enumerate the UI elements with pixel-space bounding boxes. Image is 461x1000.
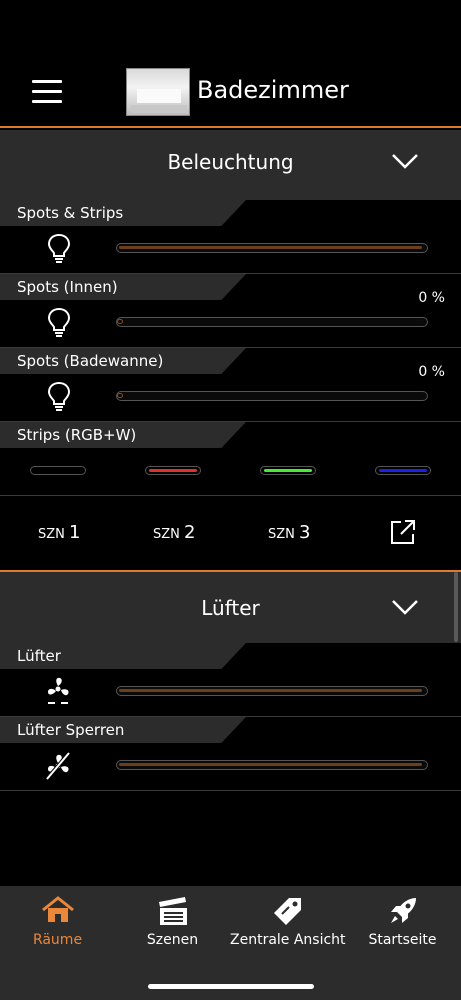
slider-knob[interactable]: [117, 319, 123, 324]
tab-bar: Räume Szenen Zentrale Ansicht Startseite: [0, 886, 461, 1000]
fan-icon[interactable]: [44, 676, 72, 708]
percent-value: 0 %: [418, 290, 445, 306]
home-icon: [41, 896, 74, 922]
slider-fill: [119, 763, 422, 766]
room-thumbnail: [126, 68, 190, 116]
row-label: Spots (Badewanne): [0, 348, 246, 374]
tab-label: Startseite: [368, 932, 437, 948]
fan-lock-slider[interactable]: [116, 760, 428, 770]
row-label: Spots & Strips: [0, 200, 246, 226]
section-header-fan[interactable]: Lüfter: [0, 570, 461, 643]
app-header: Badezimmer: [0, 0, 461, 128]
clapperboard-icon: [158, 897, 187, 925]
scrollbar[interactable]: [454, 572, 458, 642]
color-preset-blue[interactable]: [375, 466, 431, 475]
row-label-text: Lüfter Sperren: [17, 721, 125, 739]
tab-label: Zentrale Ansicht: [230, 932, 346, 948]
dimmer-slider[interactable]: [116, 391, 428, 401]
row-label-text: Strips (RGB+W): [17, 426, 137, 444]
row-label: Lüfter Sperren: [0, 717, 246, 743]
lightbulb-icon[interactable]: [47, 307, 71, 339]
scene-number: 2: [184, 522, 196, 543]
chevron-down-icon[interactable]: [391, 152, 419, 170]
rocket-icon: [390, 898, 416, 923]
fan-slider[interactable]: [116, 686, 428, 696]
section-header-lighting[interactable]: Beleuchtung: [0, 130, 461, 200]
lightbulb-icon[interactable]: [47, 233, 71, 265]
tag-icon: [273, 898, 301, 925]
row-label-text: Lüfter: [17, 647, 61, 665]
divider: [0, 495, 461, 496]
lightbulb-icon[interactable]: [47, 381, 71, 413]
scene-prefix: SZN: [38, 527, 65, 542]
scene-button-1[interactable]: SZN 1: [38, 522, 80, 543]
tab-label: Räume: [32, 932, 83, 948]
scene-button-3[interactable]: SZN 3: [268, 522, 310, 543]
chevron-down-icon[interactable]: [391, 598, 419, 616]
scene-button-2[interactable]: SZN 2: [153, 522, 195, 543]
tab-label: Szenen: [146, 932, 199, 948]
color-preset-green[interactable]: [260, 466, 316, 475]
color-preset-black[interactable]: [30, 466, 86, 475]
row-label: Lüfter: [0, 643, 246, 669]
dimmer-slider[interactable]: [116, 243, 428, 253]
menu-icon[interactable]: [32, 80, 62, 104]
room-title: Badezimmer: [197, 76, 349, 104]
external-link-icon[interactable]: [389, 518, 417, 546]
dimmer-slider[interactable]: [116, 317, 428, 327]
scene-prefix: SZN: [268, 527, 295, 542]
row-label-text: Spots & Strips: [17, 204, 124, 222]
scene-number: 1: [69, 522, 81, 543]
row-label-text: Spots (Badewanne): [17, 352, 164, 370]
slider-fill: [119, 689, 422, 692]
scene-number: 3: [299, 522, 311, 543]
row-label: Spots (Innen): [0, 274, 246, 300]
fan-off-icon[interactable]: [44, 750, 72, 782]
row-label-text: Spots (Innen): [17, 278, 118, 296]
color-preset-red[interactable]: [145, 466, 201, 475]
home-indicator[interactable]: [148, 984, 314, 989]
slider-knob[interactable]: [117, 393, 123, 398]
slider-fill: [119, 246, 422, 249]
row-label: Strips (RGB+W): [0, 422, 246, 448]
scene-prefix: SZN: [153, 527, 180, 542]
divider: [0, 790, 461, 791]
percent-value: 0 %: [418, 364, 445, 380]
